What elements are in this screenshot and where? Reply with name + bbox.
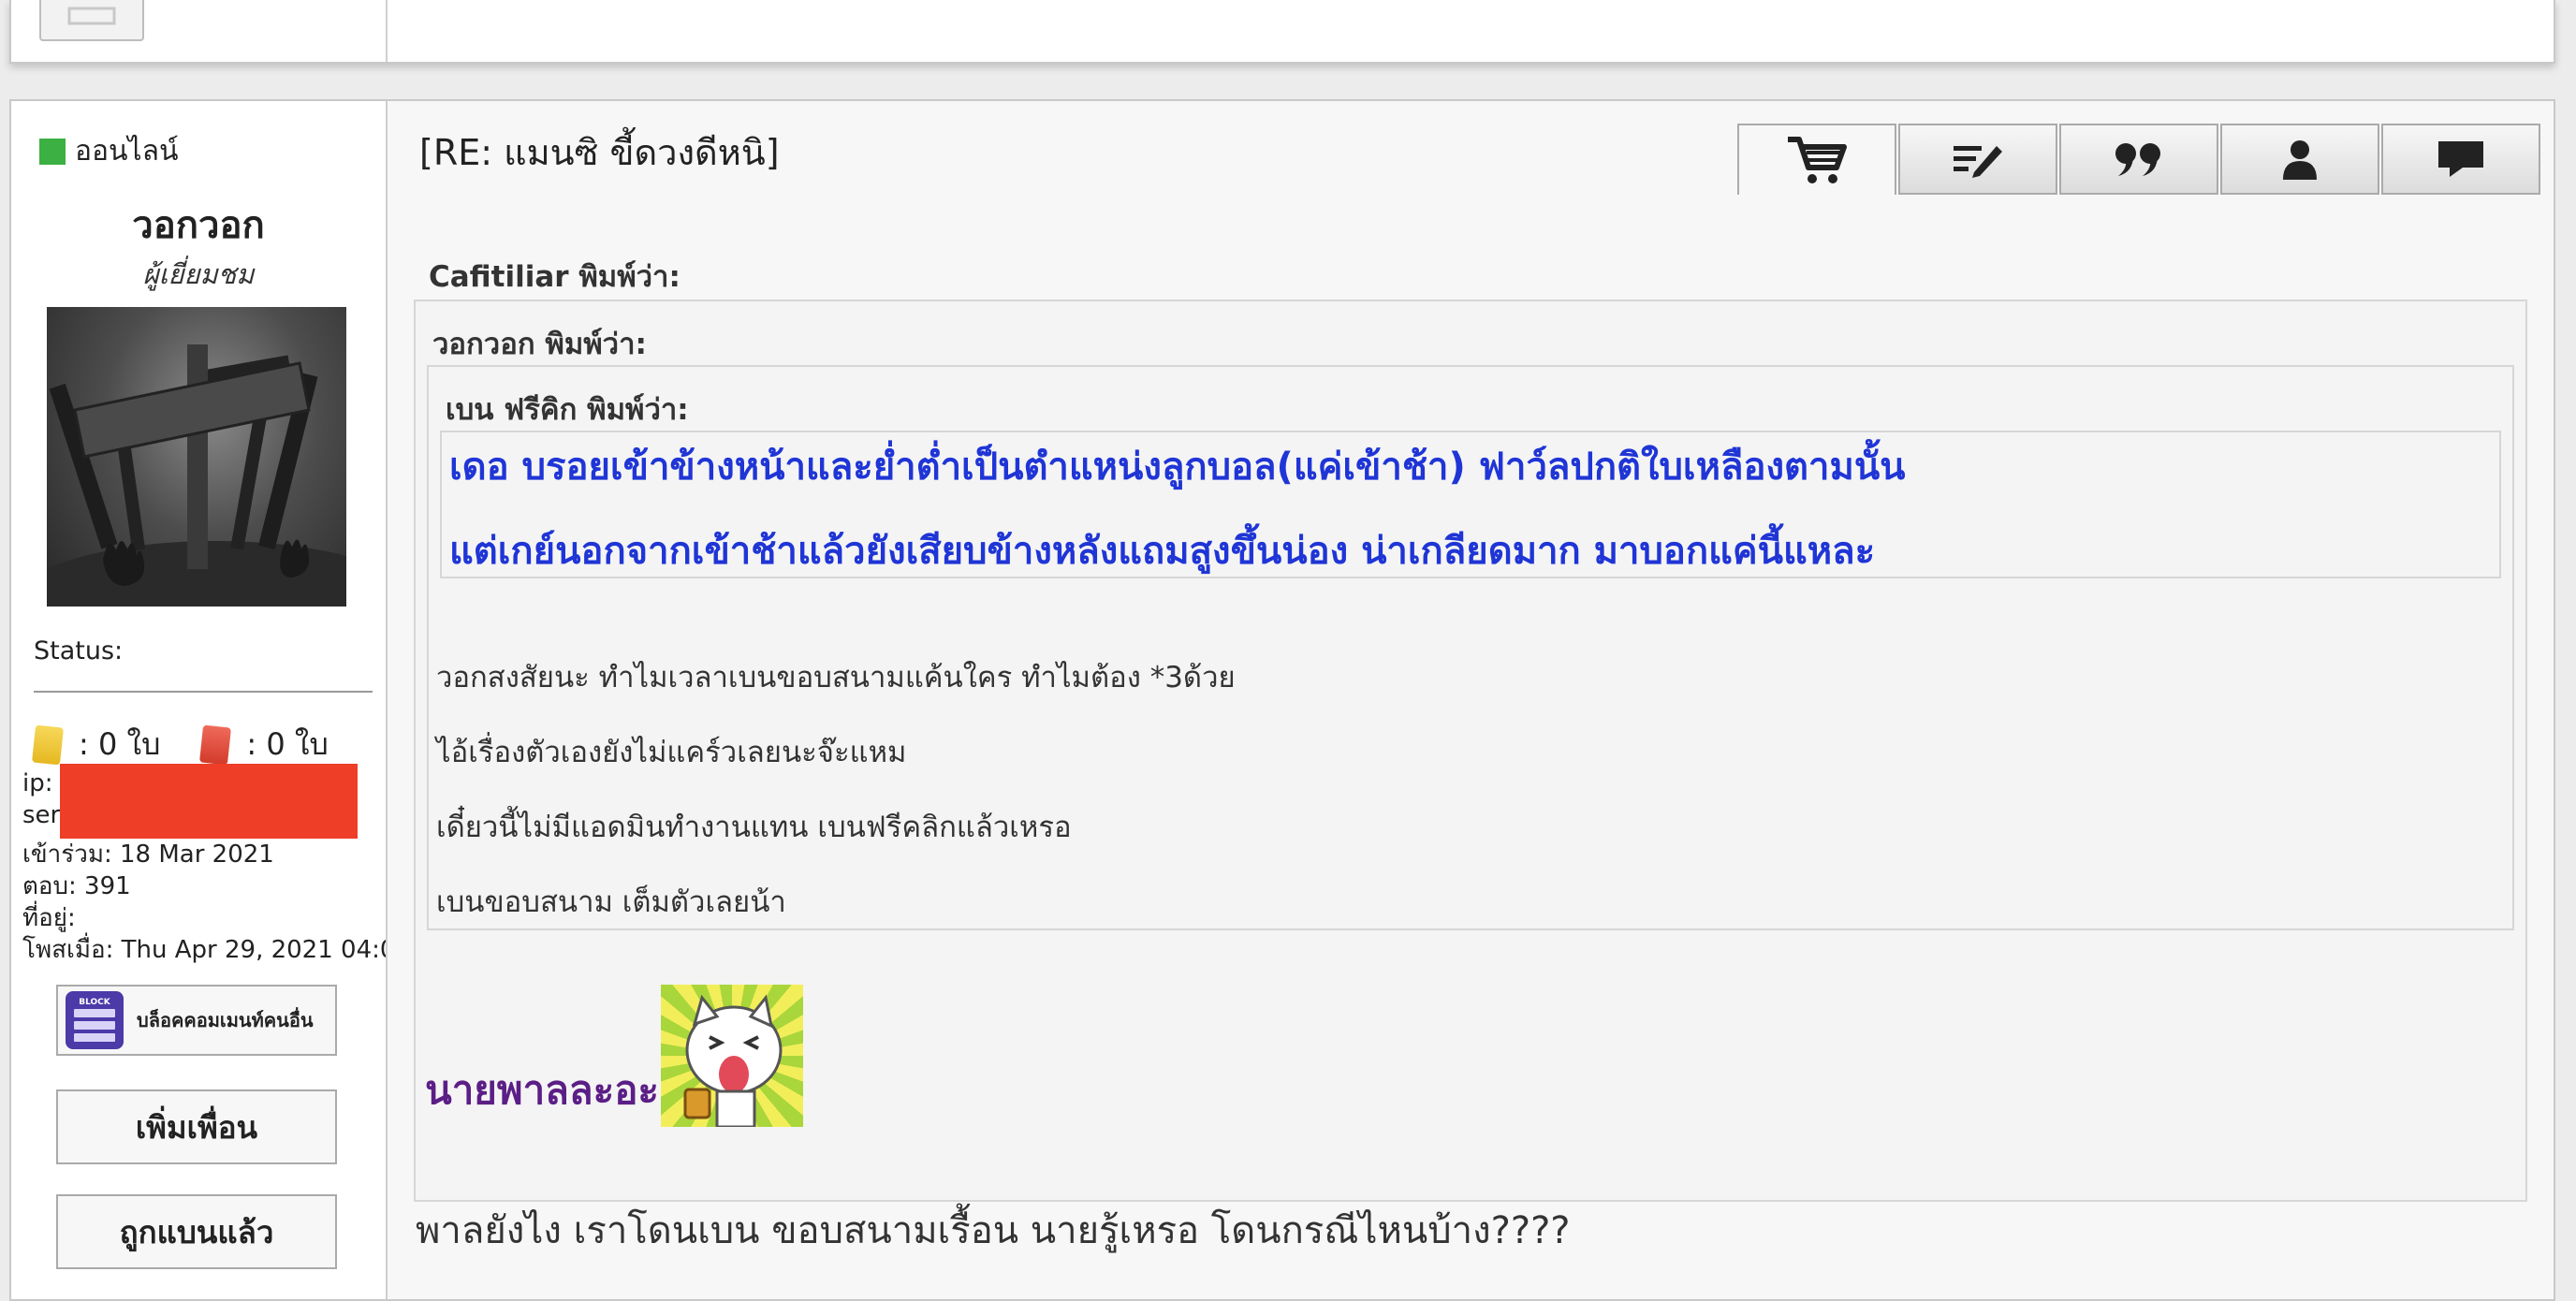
- laughing-cat-sticker-icon: [683, 994, 783, 1129]
- cart-button[interactable]: [1737, 124, 1896, 195]
- yellow-card-count: : 0 ใบ: [79, 726, 161, 762]
- online-status: ออนไลน์: [39, 129, 179, 173]
- edit-icon: [1954, 146, 2002, 178]
- add-friend-button[interactable]: เพิ่มเพื่อน: [56, 1089, 337, 1164]
- person-icon: [67, 7, 116, 25]
- online-indicator-icon: [39, 138, 66, 165]
- cart-icon: [1788, 137, 1847, 183]
- message-icon: [2438, 141, 2483, 177]
- post-toolbar: [1735, 124, 2540, 195]
- message-button[interactable]: [2381, 124, 2540, 195]
- edit-button[interactable]: [1898, 124, 2057, 195]
- post-content: [RE: แมนซิ ขี้ดวงดีหนิ] Cafitiliar พิมพ์…: [388, 101, 2554, 1299]
- quote-block-inner: เดอ บรอยเข้าข้างหน้าและย่ำต่ำเป็นตำแหน่ง…: [440, 431, 2501, 578]
- previous-post-divider: [386, 0, 388, 62]
- post-title: [RE: แมนซิ ขี้ดวงดีหนิ]: [419, 132, 780, 173]
- banned-button[interactable]: ถูกแบนแล้ว: [56, 1194, 337, 1269]
- quote-text-line: เบนขอบสนาม เต็มตัวเลยน้า: [436, 885, 786, 919]
- red-card-count: : 0 ใบ: [246, 726, 329, 762]
- sticker-image: [661, 985, 803, 1129]
- previous-post-button[interactable]: [39, 0, 144, 41]
- red-card-icon: [199, 724, 232, 765]
- quote-icon: [2115, 143, 2160, 176]
- yellow-card-icon: [31, 724, 65, 765]
- avatar: [47, 307, 346, 607]
- quote-signoff: นายพาลละอะ: [425, 1067, 659, 1113]
- quote-block-outer: วอกวอก พิมพ์ว่า: เบน ฟรีคิก พิมพ์ว่า: เด…: [414, 300, 2527, 1202]
- post-body-text: พาลยังไง เราโดนเบน ขอบสนามเรื้อน นายรู้เ…: [416, 1209, 1571, 1252]
- block-comments-button[interactable]: BLOCK บล็อคคอมเมนท์คนอื่น: [56, 985, 337, 1056]
- quote-block-middle: เบน ฟรีคิก พิมพ์ว่า: เดอ บรอยเข้าข้างหน้…: [427, 365, 2514, 930]
- block-comments-label: บล็อคคอมเมนท์คนอื่น: [137, 1009, 314, 1031]
- status-label: Status:: [34, 636, 124, 665]
- quote-text-line: เดี๋ยวนี้ไม่มีแอดมินทำงานแทน เบนฟรีคลิกแ…: [436, 811, 1072, 844]
- online-status-label: ออนไลน์: [75, 135, 179, 168]
- quote-author: Cafitiliar พิมพ์ว่า:: [429, 260, 681, 294]
- server-label: ser: [22, 801, 61, 829]
- quote-text-line: ไอ้เรื่องตัวเองยังไม่แคร์วเลยนะจ๊ะแหม: [436, 736, 907, 769]
- ip-label: ip:: [22, 769, 53, 797]
- quote-button[interactable]: [2059, 124, 2218, 195]
- quote-author: เบน ฟรีคิก พิมพ์ว่า:: [446, 393, 689, 427]
- profile-icon: [2283, 140, 2317, 180]
- posted-at: โพสเมื่อ: Thu Apr 29, 2021 04:05: [22, 936, 411, 964]
- forum-post: ออนไลน์ วอกวอก ผู้เยี่ยมชม Status: : 0 ใ…: [9, 99, 2555, 1301]
- user-sidebar: ออนไลน์ วอกวอก ผู้เยี่ยมชม Status: : 0 ใ…: [11, 101, 411, 1299]
- quote-text-line: วอกสงสัยนะ ทำไมเวลาเบนขอบสนามแค้นใคร ทำไ…: [436, 661, 1236, 694]
- quote-text-line: แต่เกย์นอกจากเข้าช้าแล้วยังเสียบข้างหลัง…: [449, 530, 1876, 573]
- block-icon-text: BLOCK: [79, 997, 110, 1007]
- user-rank: ผู้เยี่ยมชม: [142, 258, 255, 290]
- quote-text-line: เดอ บรอยเข้าข้างหน้าและย่ำต่ำเป็นตำแหน่ง…: [449, 446, 1906, 489]
- sidebar-divider-line: [34, 691, 373, 693]
- block-list-icon: BLOCK: [66, 991, 124, 1049]
- profile-button[interactable]: [2220, 124, 2379, 195]
- previous-post-fragment: [9, 0, 2555, 64]
- avatar-graveyard-image: [47, 344, 346, 607]
- redaction-box: [60, 764, 358, 839]
- card-counts: : 0 ใบ : 0 ใบ: [31, 721, 329, 768]
- username[interactable]: วอกวอก: [11, 195, 386, 255]
- quote-author: วอกวอก พิมพ์ว่า:: [432, 328, 647, 361]
